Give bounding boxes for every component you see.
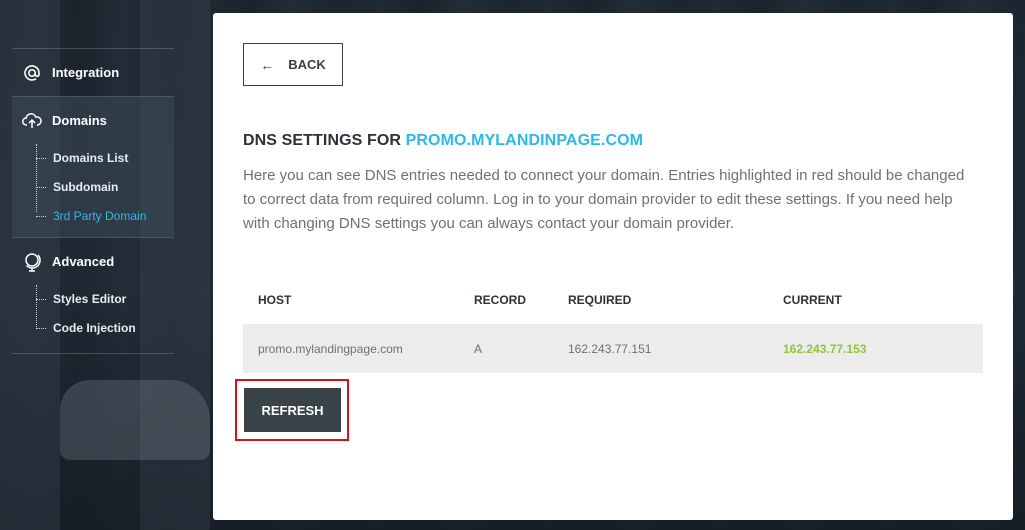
sidebar-subitem-subdomain[interactable]: Subdomain [36,173,174,202]
refresh-highlight: REFRESH [235,379,349,441]
sidebar-subitem-styles-editor[interactable]: Styles Editor [36,285,174,314]
column-header-record: RECORD [474,293,527,307]
table-header: HOST RECORD REQUIRED CURRENT [243,276,983,324]
page-title: DNS SETTINGS FOR PROMO.MYLANDINPAGE.COM [243,132,643,150]
column-header-current: CURRENT [783,293,842,307]
sidebar-group-domains: Domains Domains List Subdomain 3rd Party… [12,96,174,238]
dns-table: HOST RECORD REQUIRED CURRENT promo.mylan… [243,276,983,373]
refresh-button[interactable]: REFRESH [244,388,341,432]
sidebar-divider [12,353,174,354]
sidebar-item-integration[interactable]: Integration [12,49,174,96]
sidebar-item-domains[interactable]: Domains [12,97,174,144]
globe-icon [22,252,42,272]
column-header-host: HOST [258,293,292,307]
title-prefix: DNS SETTINGS FOR [243,132,402,149]
back-button[interactable]: ← BACK [243,43,343,86]
sidebar-subitem-3rd-party-domain[interactable]: 3rd Party Domain [36,202,174,231]
main-panel: ← BACK DNS SETTINGS FOR PROMO.MYLANDINPA… [213,13,1013,520]
table-row: promo.mylandingpage.com A 162.243.77.151… [243,324,983,373]
sidebar-subitem-code-injection[interactable]: Code Injection [36,314,174,343]
at-icon [22,63,42,83]
page-description: Here you can see DNS entries needed to c… [243,167,965,232]
title-domain: PROMO.MYLANDINPAGE.COM [405,132,644,149]
sidebar: Integration Domains Domains List Subdoma… [12,48,174,354]
sidebar-item-label: Domains [52,113,107,128]
cell-record: A [474,341,483,356]
sidebar-item-label: Integration [52,65,120,80]
cloud-upload-icon [22,111,42,131]
column-header-required: REQUIRED [568,293,632,307]
back-label: BACK [288,57,326,72]
refresh-label: REFRESH [261,402,324,418]
arrow-left-icon: ← [260,56,275,73]
cell-host: promo.mylandingpage.com [258,341,403,356]
cell-current: 162.243.77.153 [783,341,867,356]
sidebar-item-label: Advanced [52,254,115,269]
sidebar-subitem-domains-list[interactable]: Domains List [36,144,174,173]
sidebar-item-advanced[interactable]: Advanced [12,238,174,285]
cell-required: 162.243.77.151 [568,341,652,356]
